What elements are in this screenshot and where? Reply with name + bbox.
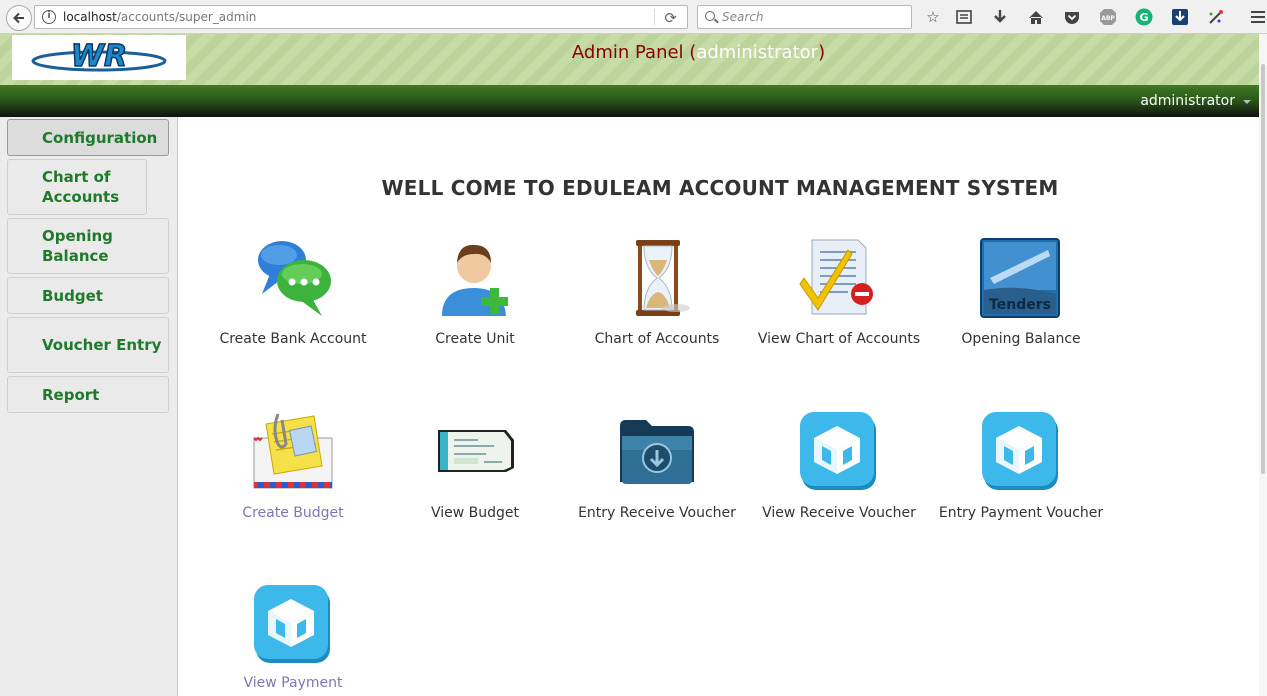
tile-label: Entry Payment Voucher [938, 505, 1104, 521]
grammarly-icon[interactable]: G [1133, 6, 1155, 28]
tile-label: View Budget [430, 505, 520, 521]
checklist-icon [798, 236, 880, 318]
folder-download-icon [616, 410, 698, 492]
tile-view-receive-voucher[interactable]: View Receive Voucher [748, 410, 930, 550]
hourglass-icon [616, 236, 698, 318]
box-app-icon [252, 583, 334, 665]
reading-list-icon[interactable] [953, 6, 975, 28]
extension-icon[interactable] [1205, 6, 1227, 28]
search-input[interactable]: Search [697, 5, 912, 29]
sidebar-item-budget[interactable]: Budget [7, 277, 169, 314]
tile-label: Opening Balance [961, 331, 1081, 347]
pocket-icon[interactable] [1061, 6, 1083, 28]
sidebar-item-opening-balance[interactable]: Opening Balance [7, 218, 169, 274]
box-app-icon [798, 410, 880, 492]
back-button[interactable] [6, 5, 32, 31]
download-icon[interactable] [989, 6, 1011, 28]
tile-label: Entry Receive Voucher [578, 505, 736, 521]
tile-create-unit[interactable]: Create Unit [384, 236, 566, 356]
add-user-icon [434, 236, 516, 318]
tile-view-chart-of-accounts[interactable]: View Chart of Accounts [748, 236, 930, 376]
admin-header: WR Admin Panel (administrator) [0, 34, 1267, 85]
tile-opening-balance[interactable]: Tenders Opening Balance [930, 236, 1112, 356]
tile-chart-of-accounts[interactable]: Chart of Accounts [566, 236, 748, 356]
page-scrollbar[interactable] [1259, 34, 1267, 696]
search-placeholder: Search [722, 10, 764, 24]
home-icon[interactable] [1025, 6, 1047, 28]
nav-bar: administrator [0, 85, 1267, 117]
user-menu-label: administrator [1140, 93, 1235, 109]
address-bar[interactable]: i localhost/accounts/super_admin ⟳ [34, 5, 688, 29]
svg-text:G: G [1139, 11, 1148, 24]
tile-view-payment[interactable]: View Payment [202, 583, 384, 696]
svg-text:ABP: ABP [1101, 15, 1115, 22]
chat-bubbles-icon [252, 236, 334, 318]
tile-label: Create Budget [242, 505, 344, 521]
scrollbar-thumb[interactable] [1261, 64, 1265, 474]
back-arrow-icon [13, 12, 24, 24]
caret-down-icon [1243, 100, 1251, 104]
tile-label: Chart of Accounts [594, 331, 720, 347]
cheque-icon [434, 410, 516, 492]
tile-label: View Payment [243, 675, 343, 691]
mail-notes-icon [252, 410, 334, 492]
search-icon [705, 11, 715, 21]
user-menu-dropdown[interactable]: administrator [1140, 93, 1251, 109]
sidebar-item-configuration[interactable]: Configuration [7, 119, 169, 156]
tile-label: View Receive Voucher [762, 505, 916, 521]
star-icon[interactable]: ☆ [922, 6, 944, 28]
tenders-icon: Tenders [980, 238, 1060, 318]
sidebar-item-chart-of-accounts[interactable]: Chart of Accounts [7, 159, 147, 215]
tile-label: View Chart of Accounts [757, 331, 921, 347]
tile-create-bank-account[interactable]: Create Bank Account [202, 236, 384, 356]
tile-entry-receive-voucher[interactable]: Entry Receive Voucher [566, 410, 748, 550]
adblock-icon[interactable]: ABP [1097, 6, 1119, 28]
page-title: Admin Panel (administrator) [571, 42, 826, 63]
reload-icon[interactable]: ⟳ [664, 9, 677, 27]
box-app-icon [980, 410, 1062, 492]
tile-entry-payment-voucher[interactable]: Entry Payment Voucher [930, 410, 1112, 550]
sidebar-item-report[interactable]: Report [7, 376, 169, 413]
welcome-heading: WELL COME TO EDULEAM ACCOUNT MANAGEMENT … [381, 176, 1059, 200]
tile-view-budget[interactable]: View Budget [384, 410, 566, 530]
menu-icon[interactable] [1247, 6, 1267, 28]
sidebar-item-voucher-entry[interactable]: Voucher Entry [7, 317, 169, 373]
tile-label: Create Unit [435, 331, 515, 347]
tenders-icon-text: Tenders [989, 297, 1051, 313]
sidebar: Configuration Chart of Accounts Opening … [0, 117, 178, 696]
site-info-icon[interactable]: i [42, 10, 56, 24]
tile-create-budget[interactable]: Create Budget [202, 410, 384, 530]
browser-toolbar: i localhost/accounts/super_admin ⟳ Searc… [0, 0, 1267, 34]
url-text: localhost/accounts/super_admin [63, 10, 257, 24]
save-icon[interactable] [1169, 6, 1191, 28]
tile-label: Create Bank Account [219, 331, 367, 347]
